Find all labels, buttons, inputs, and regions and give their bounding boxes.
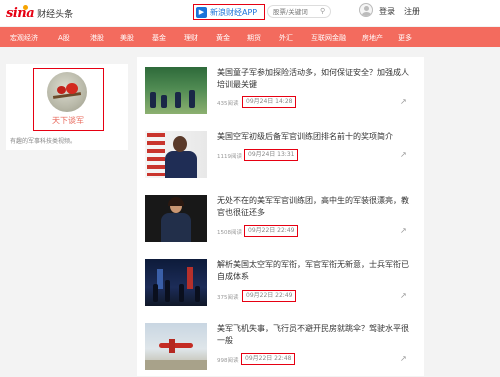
category-nav: 宏观经济 A股 港股 美股 基金 理财 黄金 期货 外汇 互联网金融 房地产 更… (0, 27, 500, 47)
article-date: 09月22日 22:48 (241, 353, 296, 365)
article-reads: 998阅读 (217, 358, 239, 364)
nav-item-funds[interactable]: 基金 (152, 33, 166, 43)
search-icon[interactable]: ⚲ (320, 7, 325, 15)
article-date: 09月24日 14:28 (242, 96, 297, 108)
article-thumbnail[interactable] (145, 323, 207, 370)
list-item[interactable]: 美国童子军参加探险活动多，如何保证安全？加强成人培训最关键 435阅读 09月2… (137, 57, 424, 121)
login-link[interactable]: 登录 (379, 6, 395, 17)
nav-item-a-shares[interactable]: A股 (58, 33, 70, 43)
article-title[interactable]: 美国空军初级后备军官训练团排名前十的奖项简介 (217, 131, 415, 143)
article-title[interactable]: 美国童子军参加探险活动多，如何保证安全？加强成人培训最关键 (217, 67, 415, 91)
list-item[interactable]: 无处不在的美军军官训练团，高中生的军装很漂亮，教官也很征还多 1508阅读 09… (137, 185, 424, 249)
author-profile-card: 天下谈军 有趣的军事科技类视频。 (6, 64, 128, 150)
app-icon: ▶ (196, 6, 207, 18)
site-logo[interactable]: sina 财经头条 (6, 5, 73, 21)
article-title[interactable]: 无处不在的美军军官训练团，高中生的军装很漂亮，教官也很征还多 (217, 195, 415, 219)
article-reads: 1119阅读 (217, 154, 242, 160)
nav-item-wealth[interactable]: 理财 (184, 33, 198, 43)
article-date: 09月22日 22:49 (244, 225, 299, 237)
logo-brand: sina (6, 5, 35, 21)
author-name[interactable]: 天下谈军 (34, 115, 102, 126)
article-thumbnail[interactable] (145, 195, 207, 242)
nav-item-forex[interactable]: 外汇 (279, 33, 293, 43)
list-item[interactable]: 美军飞机失事，飞行员不避开民房就跳伞？驾驶水平很一般 998阅读 09月22日 … (137, 313, 424, 377)
nav-item-us-stocks[interactable]: 美股 (120, 33, 134, 43)
list-item[interactable]: 美国空军初级后备军官训练团排名前十的奖项简介 1119阅读 09月24日 13:… (137, 121, 424, 185)
share-icon[interactable]: ↗ (400, 150, 407, 159)
app-button-label: 新浪财经APP (210, 7, 258, 17)
logo-eye-icon (23, 5, 28, 10)
article-feed: 美国童子军参加探险活动多，如何保证安全？加强成人培训最关键 435阅读 09月2… (137, 57, 424, 376)
share-icon[interactable]: ↗ (400, 97, 407, 106)
article-thumbnail[interactable] (145, 131, 207, 178)
article-thumbnail[interactable] (145, 67, 207, 114)
article-date: 09月24日 13:31 (244, 149, 299, 161)
share-icon[interactable]: ↗ (400, 226, 407, 235)
nav-item-real-estate[interactable]: 房地产 (362, 33, 383, 43)
author-description: 有趣的军事科技类视频。 (10, 138, 77, 145)
article-title[interactable]: 美军飞机失事，飞行员不避开民房就跳伞？驾驶水平很一般 (217, 323, 415, 347)
register-link[interactable]: 注册 (404, 6, 420, 17)
share-icon[interactable]: ↗ (400, 354, 407, 363)
top-header: sina 财经头条 ▶ 新浪财经APP ⚲ 登录 注册 (0, 0, 500, 26)
article-thumbnail[interactable] (145, 259, 207, 306)
article-reads: 375阅读 (217, 295, 239, 301)
list-item[interactable]: 解析美国太空军的军衔，军官军衔无新意，士兵军衔已自成体系 375阅读 09月22… (137, 249, 424, 313)
article-date: 09月22日 22:49 (242, 290, 297, 302)
nav-item-internet-finance[interactable]: 互联网金融 (311, 33, 346, 43)
download-app-button[interactable]: ▶ 新浪财经APP (193, 4, 265, 20)
author-avatar[interactable] (47, 72, 87, 112)
nav-item-gold[interactable]: 黄金 (216, 33, 230, 43)
author-avatar-highlight[interactable]: 天下谈军 (33, 68, 104, 131)
article-reads: 1508阅读 (217, 230, 242, 236)
nav-item-more[interactable]: 更多 (398, 33, 412, 43)
nav-item-hk-stocks[interactable]: 港股 (90, 33, 104, 43)
share-icon[interactable]: ↗ (400, 291, 407, 300)
user-avatar-icon[interactable] (359, 3, 373, 17)
nav-item-futures[interactable]: 期货 (247, 33, 261, 43)
logo-text: 财经头条 (37, 9, 74, 20)
nav-item-macro[interactable]: 宏观经济 (10, 33, 38, 43)
article-title[interactable]: 解析美国太空军的军衔，军官军衔无新意，士兵军衔已自成体系 (217, 259, 415, 283)
article-reads: 435阅读 (217, 101, 239, 107)
